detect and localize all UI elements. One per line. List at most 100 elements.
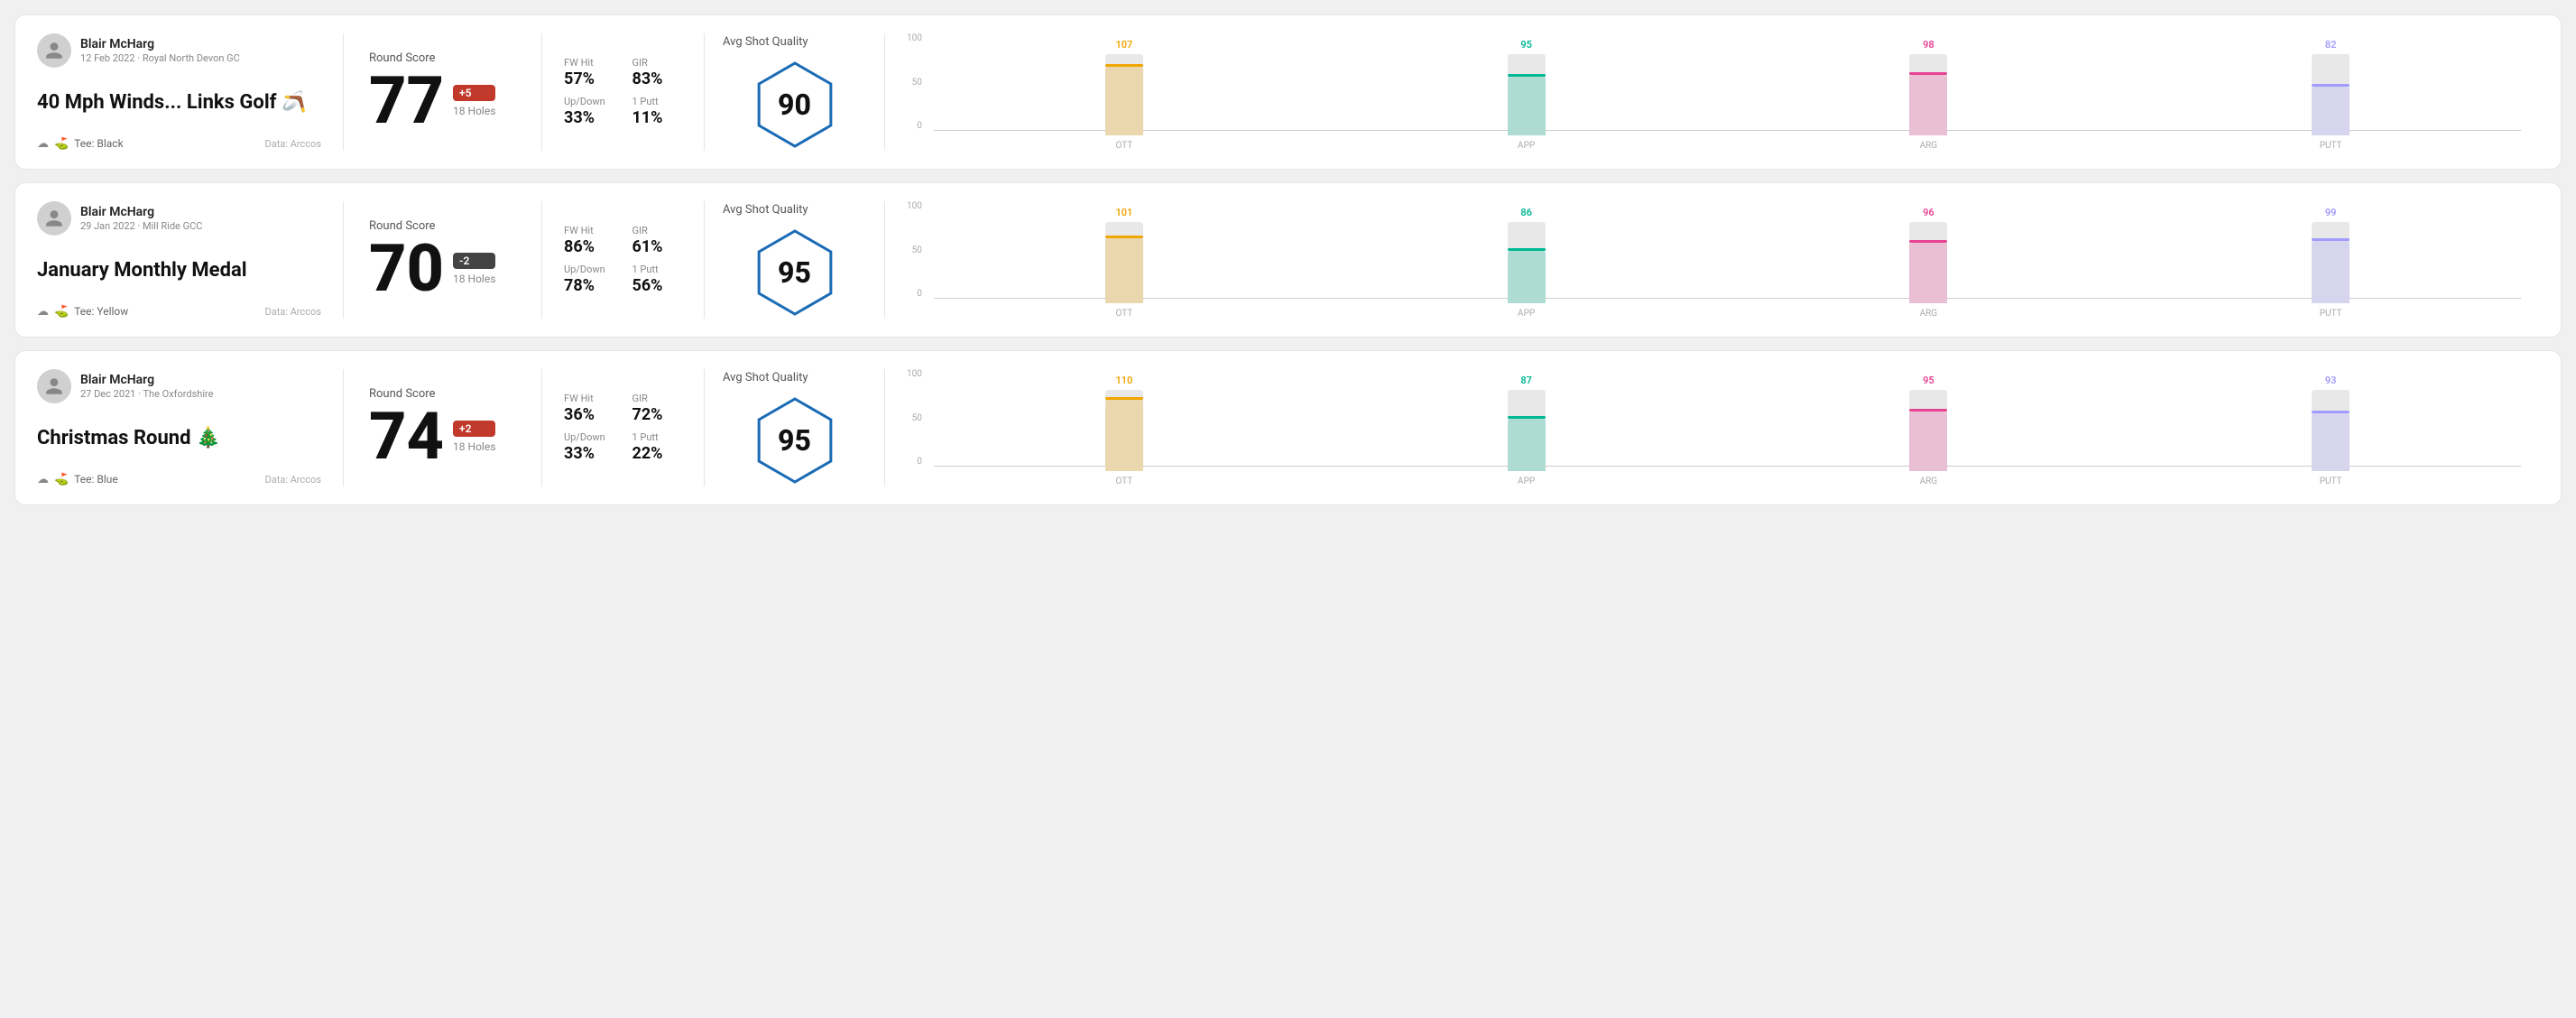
tee-data-row: ☁⛳Tee: YellowData: Arccos [37, 305, 321, 319]
chart-section: 100500107OTT95APP98ARG82PUTT [885, 33, 2539, 151]
stat-value-fw-hit: 57% [564, 69, 614, 88]
chart-y-label: 50 [912, 245, 922, 255]
stat-value-fw-hit: 86% [564, 237, 614, 256]
bar-value-label: 95 [1520, 39, 1532, 51]
bar-value-label: 82 [2325, 39, 2337, 51]
tee-info: ☁⛳Tee: Yellow [37, 305, 128, 319]
bar-value-label: 110 [1115, 375, 1132, 386]
bar-bg [1105, 222, 1143, 303]
stats-grid: FW Hit86%GIR61%Up/Down78%1 Putt56% [564, 225, 682, 295]
stat-value-fw-hit: 36% [564, 405, 614, 424]
stat-value-gir: 72% [632, 405, 683, 424]
hexagon-container: 95 [750, 227, 840, 318]
date-course: 29 Jan 2022 · Mill Ride GCC [80, 220, 202, 232]
bar-top-line [2312, 411, 2350, 413]
chart-col: 87APP [1336, 375, 1717, 486]
score-section: Round Score74+218 Holes [344, 369, 542, 486]
quality-section: Avg Shot Quality 95 [705, 369, 885, 486]
chart-col: 86APP [1336, 207, 1717, 319]
bar-value-label: 96 [1923, 207, 1934, 218]
bar-value-label: 107 [1115, 39, 1132, 51]
bar-fill [1508, 251, 1546, 303]
bar-fill [1909, 243, 1947, 303]
bar-top-line [1909, 409, 1947, 412]
chart-wrapper: 100500101OTT86APP96ARG99PUTT [907, 201, 2521, 319]
chart-col: 101OTT [934, 207, 1315, 319]
round-card: Blair McHarg27 Dec 2021 · The Oxfordshir… [14, 350, 2562, 505]
avatar [37, 33, 71, 68]
score-number: 70 [369, 236, 444, 301]
stat-label-fw-hit: FW Hit [564, 225, 614, 236]
stat-up-down: Up/Down33% [564, 96, 614, 127]
hex-score: 95 [778, 255, 811, 290]
bar-fill [1508, 419, 1546, 472]
round-title: January Monthly Medal [37, 259, 321, 282]
score-diff-badge: -2 [453, 253, 495, 269]
tee-info: ☁⛳Tee: Black [37, 137, 124, 151]
bar-fill [1909, 75, 1947, 136]
chart-col: 99PUTT [2140, 207, 2521, 319]
bar-bg [1105, 54, 1143, 135]
bar-fill [1909, 412, 1947, 471]
stat-label-up-down: Up/Down [564, 264, 614, 275]
round-card: Blair McHarg12 Feb 2022 · Royal North De… [14, 14, 2562, 170]
bar-bg [2312, 390, 2350, 471]
bar-x-label: ARG [1920, 477, 1938, 486]
bar-x-label: ARG [1920, 141, 1938, 151]
bar-fill [1105, 67, 1143, 136]
bar-fill [1105, 400, 1143, 471]
holes-label: 18 Holes [453, 440, 495, 453]
chart-y-label: 0 [917, 289, 922, 299]
stat-value-gir: 61% [632, 237, 683, 256]
bar-chart: 100500107OTT95APP98ARG82PUTT [934, 33, 2521, 151]
score-row: 77+518 Holes [369, 69, 516, 134]
holes-label: 18 Holes [453, 105, 495, 117]
chart-section: 100500101OTT86APP96ARG99PUTT [885, 201, 2539, 319]
score-row: 70 -2 18 Holes [369, 236, 516, 301]
bar-value-label: 93 [2325, 375, 2337, 386]
stats-section: FW Hit57%GIR83%Up/Down33%1 Putt11% [542, 33, 705, 151]
quality-section: Avg Shot Quality 90 [705, 33, 885, 151]
chart-y-labels: 100500 [907, 33, 922, 131]
bar-value-label: 101 [1115, 207, 1132, 218]
score-section: Round Score70-218 Holes [344, 201, 542, 319]
avg-shot-quality-label: Avg Shot Quality [723, 35, 808, 49]
score-row: 74 +2 18 Holes [369, 404, 516, 469]
data-source: Data: Arccos [265, 138, 321, 150]
stat-one-putt: 1 Putt56% [632, 264, 683, 295]
user-info: Blair McHarg12 Feb 2022 · Royal North De… [80, 37, 240, 64]
chart-y-label: 100 [907, 33, 922, 43]
score-number: 74 [369, 404, 444, 469]
stat-value-up-down: 78% [564, 276, 614, 295]
bar-top-line [2312, 238, 2350, 241]
score-number: 77 [369, 69, 444, 134]
chart-col: 96 ARG [1739, 207, 2119, 319]
card-left-section: Blair McHarg29 Jan 2022 · Mill Ride GCCJ… [37, 201, 344, 319]
stat-label-fw-hit: FW Hit [564, 393, 614, 404]
bar-x-label: ARG [1920, 309, 1938, 319]
bag-icon: ⛳ [54, 137, 69, 151]
user-name: Blair McHarg [80, 373, 213, 387]
stat-label-gir: GIR [632, 393, 683, 404]
chart-col: 93 PUTT [2140, 375, 2521, 486]
holes-label: 18 Holes [453, 273, 495, 285]
score-badge-holes: +2 18 Holes [453, 421, 495, 453]
hex-score: 90 [778, 88, 811, 122]
hexagon-container: 90 [750, 60, 840, 150]
avatar [37, 369, 71, 403]
chart-col: 82PUTT [2140, 39, 2521, 151]
stat-label-one-putt: 1 Putt [632, 431, 683, 443]
stat-label-gir: GIR [632, 57, 683, 69]
bar-top-line [1508, 74, 1546, 77]
user-row: Blair McHarg12 Feb 2022 · Royal North De… [37, 33, 321, 68]
avatar [37, 201, 71, 236]
round-title: Christmas Round 🎄 [37, 427, 321, 450]
stat-label-up-down: Up/Down [564, 96, 614, 107]
tee-data-row: ☁⛳Tee: Black Data: Arccos [37, 137, 321, 151]
bar-value-label: 86 [1520, 207, 1532, 218]
score-badge-holes: -2 18 Holes [453, 253, 495, 285]
stat-fw-hit: FW Hit57% [564, 57, 614, 88]
score-diff-badge: +2 [453, 421, 495, 437]
bar-x-label: PUTT [2320, 477, 2342, 486]
bar-top-line [1105, 397, 1143, 400]
